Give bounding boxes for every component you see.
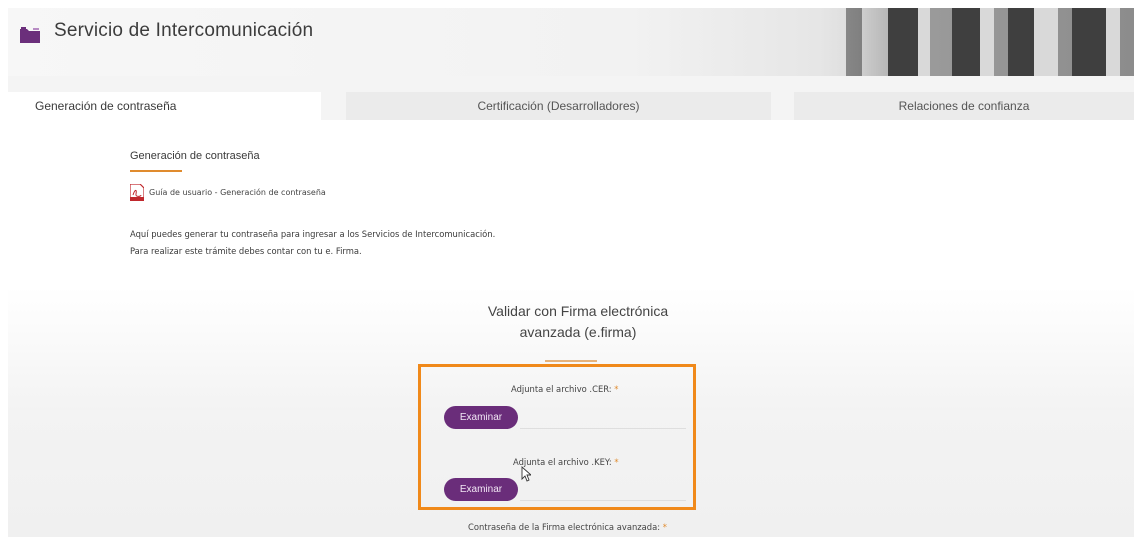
- efirma-heading-underline: [545, 360, 597, 362]
- description-line-1: Aquí puedes generar tu contraseña para i…: [130, 229, 496, 239]
- description-line-2: Para realizar este trámite debes contar …: [130, 246, 362, 256]
- section-title: Generación de contraseña: [130, 150, 260, 162]
- user-guide-link[interactable]: Guía de usuario - Generación de contrase…: [149, 188, 326, 197]
- site-header: Servicio de Intercomunicación: [8, 8, 1134, 76]
- tab-bar: Generación de contraseña Certificación (…: [8, 92, 1134, 120]
- tab-relaciones-confianza[interactable]: Relaciones de confianza: [794, 92, 1134, 120]
- tab-certificacion[interactable]: Certificación (Desarrolladores): [346, 92, 771, 120]
- required-marker: *: [662, 522, 667, 532]
- cer-file-field[interactable]: [520, 428, 686, 429]
- tab-content-panel: Generación de contraseña Guía de usuario…: [8, 120, 1134, 537]
- efirma-heading: Validar con Firma electrónica avanzada (…: [448, 301, 708, 343]
- cer-label: Adjunta el archivo .CER: *: [511, 384, 619, 394]
- password-label: Contraseña de la Firma electrónica avanz…: [468, 522, 667, 532]
- tab-generacion-contrasena[interactable]: Generación de contraseña: [8, 92, 321, 120]
- required-marker: *: [614, 457, 619, 467]
- browser-viewport: Servicio de Intercomunicación Generación…: [8, 8, 1134, 537]
- mouse-pointer-icon: [521, 466, 531, 482]
- key-file-field[interactable]: [520, 500, 686, 501]
- efirma-heading-line-2: avanzada (e.firma): [519, 324, 637, 340]
- folder-icon: [20, 27, 40, 43]
- section-title-underline: [130, 170, 182, 172]
- key-browse-button[interactable]: Examinar: [444, 478, 518, 501]
- required-marker: *: [614, 384, 619, 394]
- efirma-heading-line-1: Validar con Firma electrónica: [487, 303, 669, 319]
- pdf-icon[interactable]: [130, 184, 144, 201]
- page-title: Servicio de Intercomunicación: [54, 20, 314, 41]
- cer-browse-button[interactable]: Examinar: [444, 406, 518, 429]
